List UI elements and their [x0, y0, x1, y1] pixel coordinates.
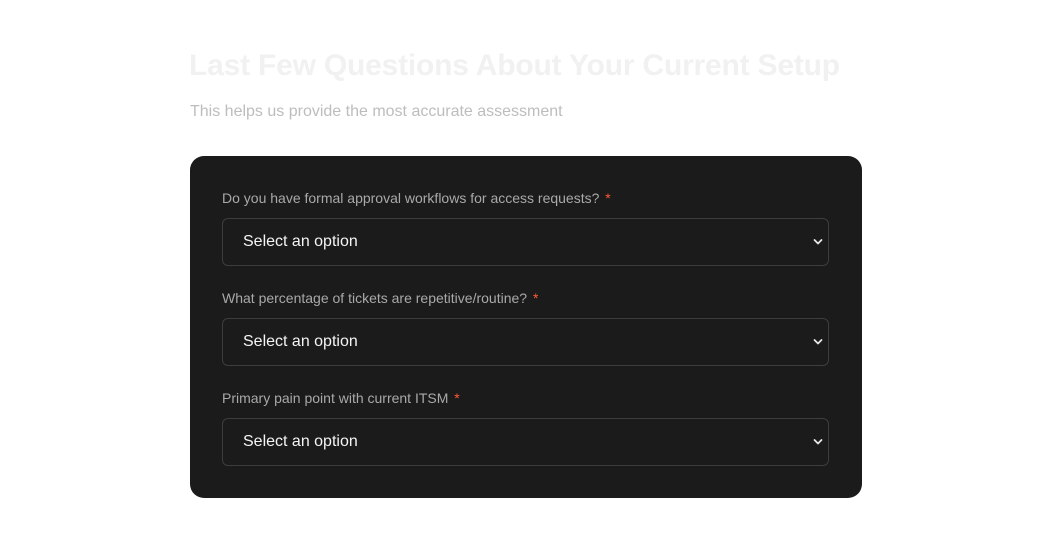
approval-workflows-label: Do you have formal approval workflows fo…: [222, 188, 829, 208]
chevron-down-icon: [812, 435, 824, 449]
approval-workflows-label-text: Do you have formal approval workflows fo…: [222, 190, 600, 206]
repetitive-tickets-label: What percentage of tickets are repetitiv…: [222, 288, 829, 308]
approval-workflows-select[interactable]: Select an option: [222, 218, 829, 266]
pain-point-label: Primary pain point with current ITSM *: [222, 388, 829, 408]
pain-point-field: Primary pain point with current ITSM * S…: [222, 388, 829, 466]
chevron-down-icon: [812, 235, 824, 249]
repetitive-tickets-select-value: Select an option: [243, 333, 358, 350]
repetitive-tickets-label-text: What percentage of tickets are repetitiv…: [222, 290, 528, 306]
chevron-down-icon: [812, 335, 824, 349]
pain-point-select[interactable]: Select an option: [222, 418, 829, 466]
required-asterisk: *: [454, 390, 460, 406]
required-asterisk: *: [605, 190, 611, 206]
required-asterisk: *: [532, 290, 539, 306]
repetitive-tickets-field: What percentage of tickets are repetitiv…: [222, 288, 829, 366]
questions-card: Do you have formal approval workflows fo…: [190, 156, 862, 498]
page: Last Few Questions About Your Current Se…: [0, 0, 1051, 546]
pain-point-label-text: Primary pain point with current ITSM: [222, 390, 449, 406]
approval-workflows-field: Do you have formal approval workflows fo…: [222, 188, 829, 266]
page-title: Last Few Questions About Your Current Se…: [189, 49, 840, 82]
approval-workflows-select-value: Select an option: [243, 233, 358, 250]
repetitive-tickets-select[interactable]: Select an option: [222, 318, 829, 366]
pain-point-select-value: Select an option: [243, 433, 358, 450]
page-subtitle: This helps us provide the most accurate …: [190, 103, 563, 120]
